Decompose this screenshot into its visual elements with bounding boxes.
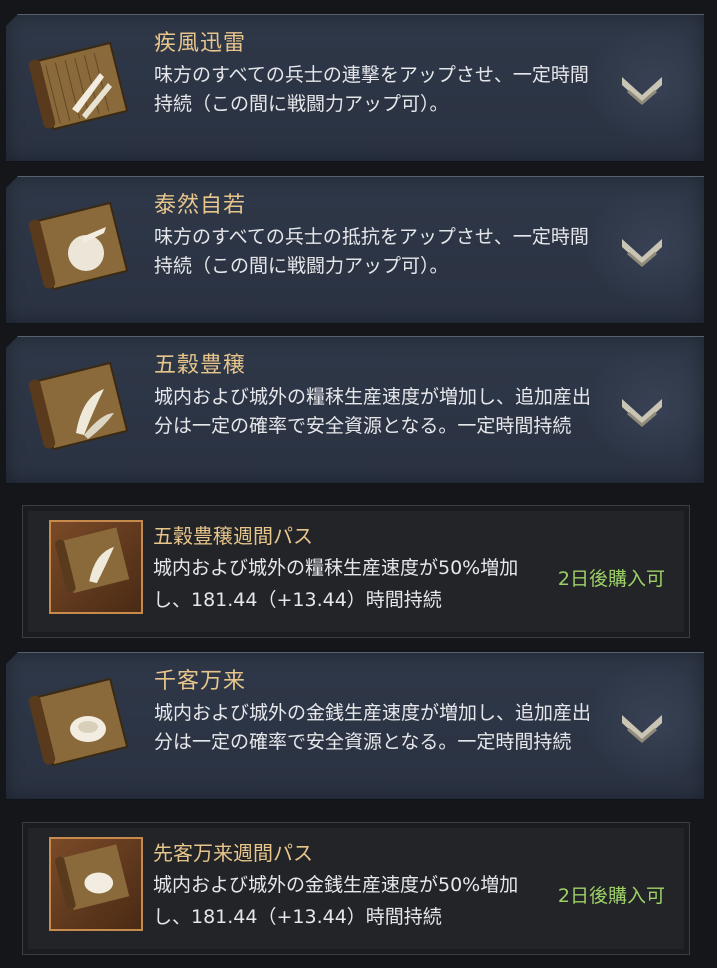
grain-scroll-icon	[28, 361, 129, 451]
card-description: 味方のすべての兵士の連撃をアップさせ、一定時間持続（この間に戦闘力アップ可）。	[154, 64, 589, 115]
buff-card-shippu-jinrai[interactable]: 疾風迅雷 味方のすべての兵士の連撃をアップさせ、一定時間持続（この間に戦闘力アッ…	[6, 14, 704, 162]
pass-thumbnail	[49, 520, 143, 614]
weekly-pass-gokoku[interactable]: 五穀豊穣週間パス 城内および城外の糧秣生産速度が50%増加し、181.44（+1…	[22, 505, 690, 638]
chevron-down-icon[interactable]	[620, 235, 664, 271]
card-description: 城内および城外の金銭生産速度が増加し、追加産出分は一定の確率で安全資源となる。一…	[154, 702, 592, 753]
card-title: 泰然自若	[154, 193, 247, 218]
buff-card-taizen-jijaku[interactable]: 泰然自若 味方のすべての兵士の抵抗をアップさせ、一定時間持続（この間に戦闘力アッ…	[6, 176, 704, 324]
purchase-availability: 2日後購入可	[557, 885, 665, 907]
card-description: 味方のすべての兵士の抵抗をアップさせ、一定時間持続（この間に戦闘力アップ可）。	[154, 226, 589, 277]
pass-thumbnail	[49, 837, 143, 931]
purchase-availability: 2日後購入可	[557, 568, 665, 590]
weekly-pass-senkyaku[interactable]: 先客万来週間パス 城内および城外の金銭生産速度が50%増加し、181.44（+1…	[22, 822, 690, 955]
chevron-down-icon[interactable]	[620, 711, 664, 747]
card-description: 城内および城外の糧秣生産速度が増加し、追加産出分は一定の確率で安全資源となる。一…	[154, 386, 592, 437]
buff-card-gokoku-hojo[interactable]: 五穀豊穣 城内および城外の糧秣生産速度が増加し、追加産出分は一定の確率で安全資源…	[6, 336, 704, 484]
card-title: 疾風迅雷	[154, 31, 247, 56]
coin-scroll-icon	[55, 844, 130, 911]
pass-title: 五穀豊穣週間パス	[153, 524, 313, 548]
card-title: 千客万来	[154, 669, 247, 694]
grain-scroll-icon	[55, 527, 130, 594]
shield-scroll-icon	[28, 201, 129, 291]
chevron-down-icon[interactable]	[620, 73, 664, 109]
dagger-scroll-icon	[28, 41, 129, 131]
chevron-down-icon[interactable]	[620, 395, 664, 431]
pass-title: 先客万来週間パス	[153, 841, 313, 865]
card-title: 五穀豊穣	[154, 353, 247, 378]
coin-scroll-icon	[28, 677, 129, 767]
buff-card-senkyaku-banrai[interactable]: 千客万来 城内および城外の金銭生産速度が増加し、追加産出分は一定の確率で安全資源…	[6, 652, 704, 800]
pass-description: 城内および城外の糧秣生産速度が50%増加し、181.44（+13.44）時間持続	[153, 557, 519, 611]
pass-description: 城内および城外の金銭生産速度が50%増加し、181.44（+13.44）時間持続	[153, 874, 519, 928]
